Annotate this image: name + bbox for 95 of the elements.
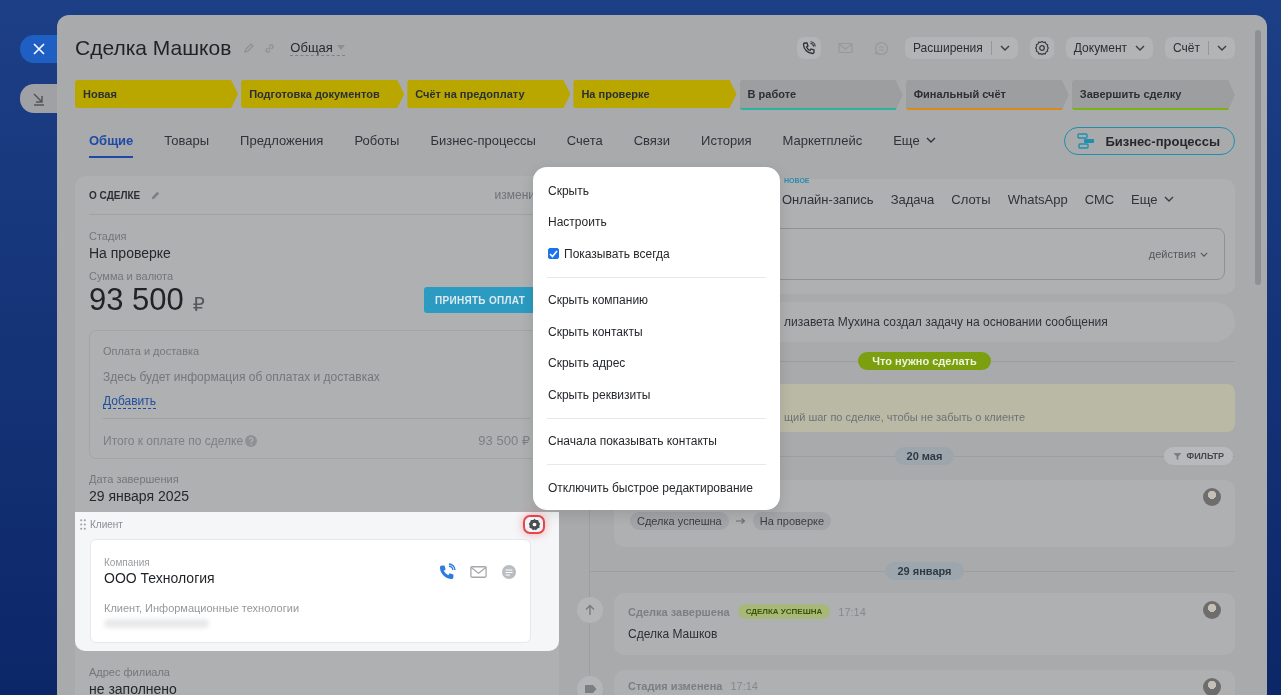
note-text: лизавета Мухина создал задачу на основании сообщения [784,315,1108,329]
arrow-icon [31,91,46,106]
menu-button[interactable]: Документ [1065,37,1154,59]
collapse-button[interactable] [20,84,57,113]
stage-chip: Сделка успешна [630,512,729,530]
link-icon[interactable] [263,41,277,55]
tab[interactable]: Предложения [240,124,324,158]
field-label: Компания [104,557,151,568]
todo-label: Что нужно сделать [858,352,991,370]
panel-note: Здесь будет информация об оплатах и доставках [103,370,380,384]
stage-step[interactable]: Подготовка документов [241,80,405,108]
tab[interactable]: Связи [633,124,671,158]
close-icon [32,43,45,55]
company-name[interactable]: ООО Технология [104,570,425,586]
menu-item[interactable]: Отключить быстрое редактирование [533,472,780,504]
settings-button[interactable] [523,514,545,534]
filter-icon [1173,451,1183,461]
stage-step[interactable]: Финальный счёт [905,80,1069,110]
stage-step[interactable]: В работе [739,80,903,110]
chevron-down-icon [1200,251,1208,257]
settings-icon [1033,40,1050,56]
tab[interactable]: Роботы [354,124,400,158]
phone-button[interactable] [797,37,821,59]
composer-tab[interactable]: Слоты [951,191,991,207]
field-value: 29 января 2025 [89,488,191,504]
composer-tab[interactable]: WhatsApp [1007,191,1068,207]
stage-step[interactable]: Новая [75,80,239,108]
section-title: О СДЕЛКЕ [89,189,141,201]
phone-icon [802,41,816,55]
menu-item[interactable]: Скрыть контакты [533,316,780,348]
amount-value: 93 500 [89,282,184,318]
stage-step[interactable]: На проверке [573,80,737,108]
menu-button[interactable]: Счёт [1165,37,1235,59]
tab[interactable]: Маркетплейс [782,124,863,158]
stage-step[interactable]: Завершить сделку [1071,80,1235,110]
section-title: Клиент [90,518,123,530]
category-dropdown[interactable]: Общая [290,40,345,56]
tab[interactable]: Счета [566,124,603,158]
add-link[interactable]: Добавить [103,394,157,409]
caret-icon [336,45,345,50]
date-label: 20 мая [894,447,955,465]
composer-tab[interactable]: Задача [890,191,935,207]
arrow-up-icon [577,597,603,623]
date-label: 29 января [885,562,964,580]
currency-sign: ₽ [192,292,205,316]
tab[interactable]: Бизнес-процессы [430,124,536,158]
menu-item[interactable]: Сначала показывать контакты [533,425,780,457]
chevron-down-icon [925,137,936,143]
composer-tab[interactable]: СМС [1084,191,1115,207]
pencil-icon[interactable] [150,189,162,201]
mail-icon[interactable] [469,564,488,579]
field-label: Адрес филиала [89,666,171,678]
field-label: Дата завершения [89,473,180,485]
panel-title: Оплата и доставка [103,345,200,357]
checkbox[interactable] [548,248,559,260]
field-value: не заполнено [89,681,178,695]
status-badge: СДЕЛКА УСПЕШНА [737,604,831,619]
phone-icon[interactable] [438,562,456,581]
stage-chip: На проверке [752,512,832,530]
menu-item[interactable]: Скрыть реквизиты [533,379,780,411]
arrow-icon [735,517,746,525]
chevron-down-icon [1135,45,1146,51]
company-description: Клиент, Информационные технологии [104,602,301,614]
filter-button[interactable]: ФИЛЬТР [1164,447,1233,465]
flowchart-icon [1077,133,1096,149]
chevron-down-icon [999,45,1010,51]
menu-button[interactable]: Расширения [905,37,1018,59]
more-tab[interactable]: Еще [893,124,936,158]
deal-title: Сделка Машков [75,36,232,60]
scrollbar[interactable] [1255,30,1261,285]
reminder-text: щий шаг по сделке, чтобы не забыть о клиенте [784,411,1026,423]
tab[interactable]: История [701,124,752,158]
chevron-down-icon [1217,45,1227,51]
composer-tab[interactable]: Онлайн-запись [782,191,874,207]
actions-dropdown[interactable]: действия [1148,248,1208,260]
stage-step[interactable]: Счёт на предоплату [407,80,571,108]
menu-item[interactable]: Скрыть [533,175,780,207]
field-label: Стадия [89,230,128,242]
more-tab[interactable]: Еще [1131,191,1174,207]
event-text[interactable]: Сделка Машков [628,627,1221,641]
close-button[interactable] [20,35,57,63]
chat-icon[interactable] [501,563,517,580]
chevron-down-icon [1163,196,1174,202]
field-value: На проверке [89,245,172,261]
avatar-icon [1203,601,1221,619]
menu-item[interactable]: Скрыть адрес [533,347,780,379]
settings-icon [527,517,541,531]
avatar-icon [1203,488,1221,506]
tab[interactable]: Общие [89,124,134,158]
avatar-icon [1203,678,1221,695]
settings-button[interactable] [1029,37,1054,59]
drag-handle-icon[interactable] [80,518,86,530]
pencil-icon[interactable] [243,42,256,54]
tab[interactable]: Товары [164,124,210,158]
help-icon[interactable] [245,434,258,447]
